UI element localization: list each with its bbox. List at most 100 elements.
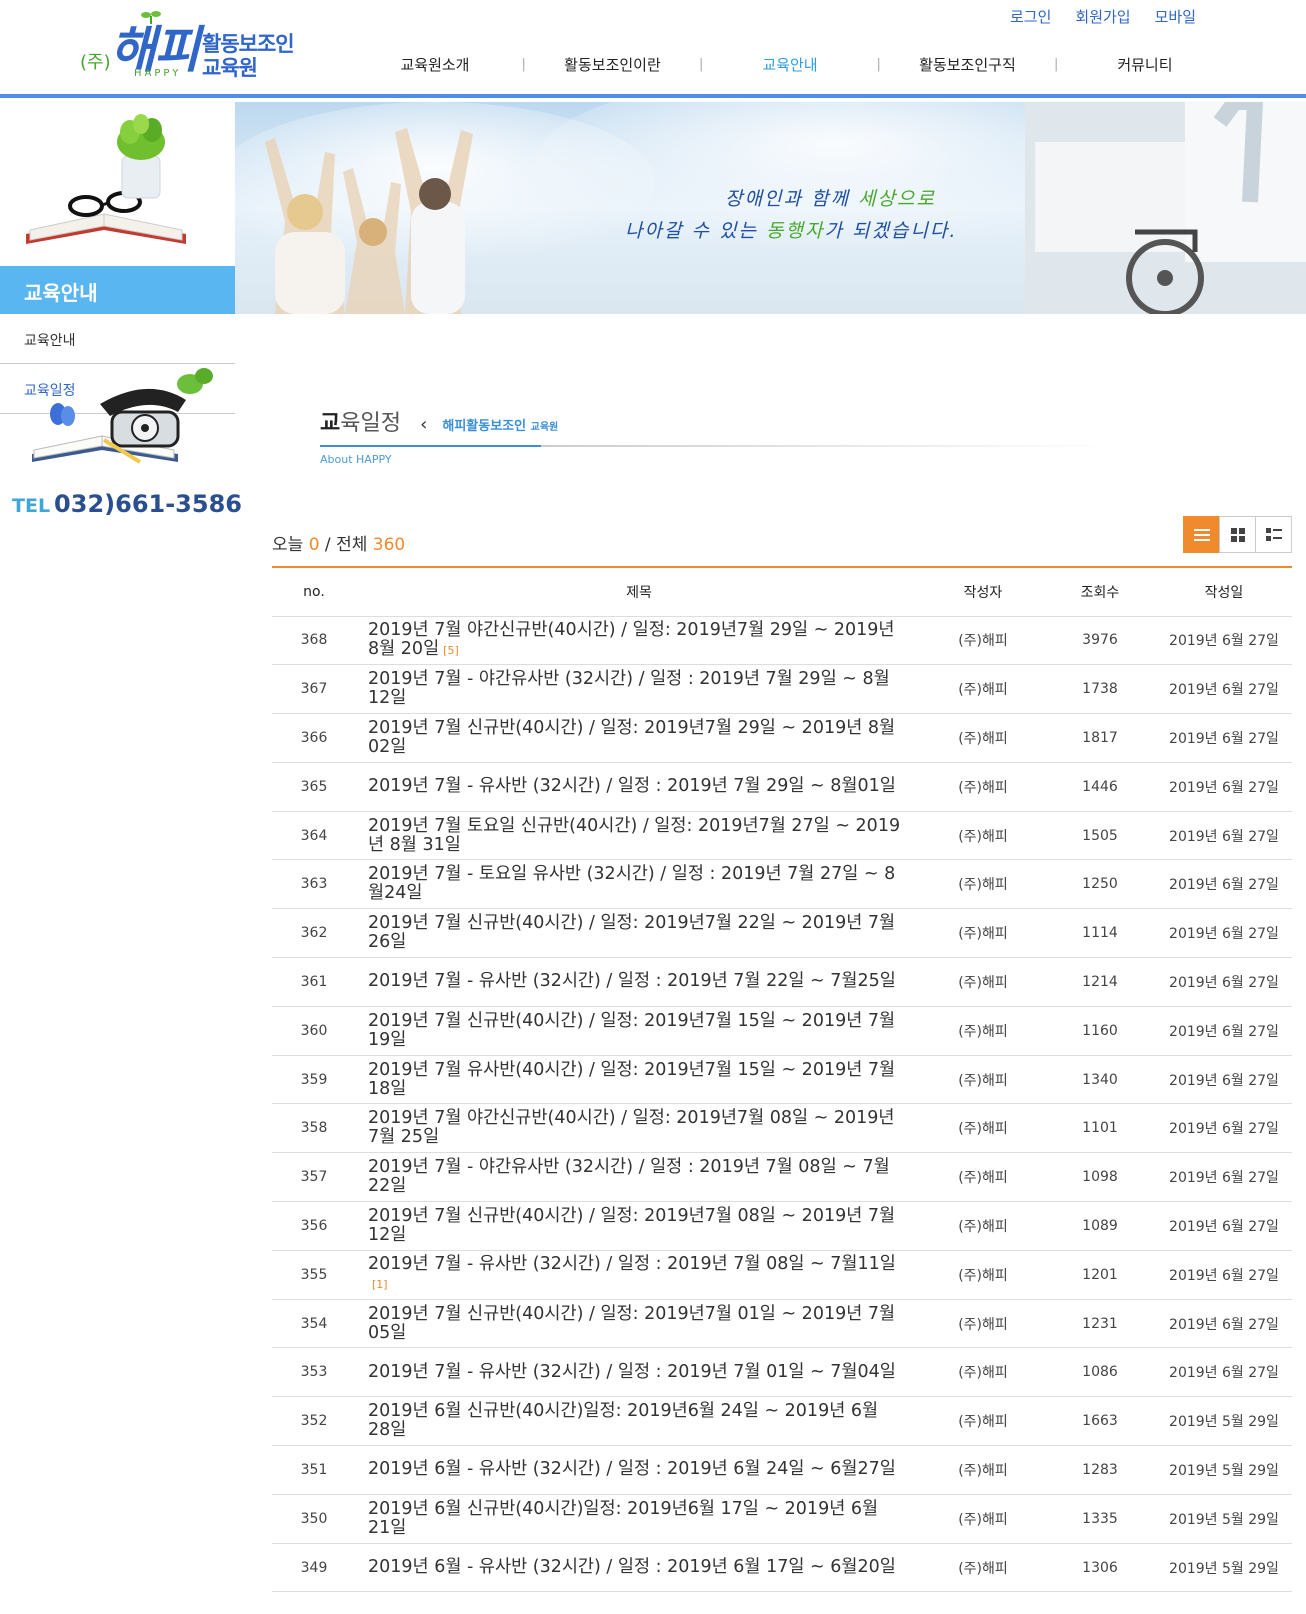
signup-link[interactable]: 회원가입 [1075, 6, 1130, 27]
nav-item-jobs[interactable]: 활동보조인구직 [892, 54, 1042, 75]
table-row[interactable]: 364 2019년 7월 토요일 신규반(40시간) / 일정: 2019년7월 … [272, 811, 1292, 861]
post-date-text: 2019년 6월 27일 [1169, 828, 1279, 845]
table-row[interactable]: 357 2019년 7월 - 야간유사반 (32시간) / 일정 : 2019년 … [272, 1152, 1292, 1203]
post-views-text: 1201 [1082, 1266, 1118, 1283]
post-date: 2019년 6월 27일 [1156, 1055, 1292, 1105]
table-row[interactable]: 351 2019년 6월 - 유사반 (32시간) / 일정 : 2019년 6월… [272, 1445, 1292, 1495]
table-row[interactable]: 365 2019년 7월 - 유사반 (32시간) / 일정 : 2019년 7월… [272, 762, 1292, 812]
post-subject-link[interactable]: 2019년 7월 - 유사반 (32시간) / 일정 : 2019년 7월 22… [356, 957, 922, 1007]
post-subject-link[interactable]: 2019년 7월 신규반(40시간) / 일정: 2019년7월 22일 ~ 2… [356, 908, 922, 959]
post-subject-link[interactable]: 2019년 7월 유사반(40시간) / 일정: 2019년7월 15일 ~ 2… [356, 1055, 922, 1105]
post-views: 1340 [1044, 1055, 1156, 1105]
post-date: 2019년 6월 27일 [1156, 664, 1292, 715]
post-subject-link[interactable]: 2019년 7월 - 유사반 (32시간) / 일정 : 2019년 7월 08… [356, 1250, 922, 1300]
post-date: 2019년 6월 27일 [1156, 1103, 1292, 1154]
post-views: 1663 [1044, 1396, 1156, 1447]
post-number-text: 359 [300, 1071, 328, 1088]
table-row[interactable]: 367 2019년 7월 - 야간유사반 (32시간) / 일정 : 2019년 … [272, 664, 1292, 715]
gallery-view-button[interactable] [1219, 516, 1256, 553]
post-subject-link[interactable]: 2019년 7월 - 유사반 (32시간) / 일정 : 2019년 7월 29… [356, 762, 922, 812]
table-row[interactable]: 368 2019년 7월 야간신규반(40시간) / 일정: 2019년7월 29… [272, 616, 1292, 666]
breadcrumb[interactable]: 해피활동보조인 교육원 [442, 419, 558, 434]
post-views-text: 1446 [1082, 778, 1118, 795]
nav-item-community[interactable]: 커뮤니티 [1070, 54, 1220, 75]
slogan-text: 장애인과 함께 [725, 188, 858, 210]
post-author: (주)해피 [922, 859, 1044, 910]
post-author: (주)해피 [922, 1494, 1044, 1544]
post-subject-link[interactable]: 2019년 6월 신규반(40시간)일정: 2019년6월 17일 ~ 2019… [356, 1494, 922, 1544]
tel-label: TEL [12, 495, 51, 517]
nav-item-intro[interactable]: 교육원소개 [360, 54, 510, 75]
post-subject-link-text: 2019년 6월 - 유사반 (32시간) / 일정 : 2019년 6월 17… [368, 1557, 896, 1578]
post-number-text: 361 [300, 973, 328, 990]
table-row[interactable]: 354 2019년 7월 신규반(40시간) / 일정: 2019년7월 01일 … [272, 1299, 1292, 1349]
post-subject-link[interactable]: 2019년 6월 - 유사반 (32시간) / 일정 : 2019년 6월 24… [356, 1445, 922, 1495]
mobile-link[interactable]: 모바일 [1155, 6, 1196, 27]
site-logo[interactable]: (주) 해피 HAPPY 활동보조인 교육원 [76, 8, 316, 82]
post-subject-link[interactable]: 2019년 7월 신규반(40시간) / 일정: 2019년7월 08일 ~ 2… [356, 1201, 922, 1251]
table-row[interactable]: 350 2019년 6월 신규반(40시간)일정: 2019년6월 17일 ~ 2… [272, 1494, 1292, 1544]
site-header: (주) 해피 HAPPY 활동보조인 교육원 로그인 회원가입 모바일 교육원소… [0, 0, 1306, 98]
post-views-text: 1738 [1082, 681, 1118, 698]
post-author-text: (주)해피 [958, 1560, 1008, 1577]
webzine-view-button[interactable] [1255, 516, 1292, 553]
nav-item-education[interactable]: 교육안내 [715, 54, 865, 75]
post-subject-link[interactable]: 2019년 7월 - 유사반 (32시간) / 일정 : 2019년 7월 01… [356, 1347, 922, 1398]
post-subject-link[interactable]: 2019년 7월 신규반(40시간) / 일정: 2019년7월 29일 ~ 2… [356, 713, 922, 763]
post-author-text: (주)해피 [958, 1511, 1008, 1528]
table-row[interactable]: 362 2019년 7월 신규반(40시간) / 일정: 2019년7월 22일 … [272, 908, 1292, 959]
post-author: (주)해피 [922, 1445, 1044, 1495]
post-subject-link[interactable]: 2019년 7월 토요일 신규반(40시간) / 일정: 2019년7월 27일… [356, 811, 922, 861]
post-author: (주)해피 [922, 713, 1044, 763]
post-subject-link[interactable]: 2019년 7월 신규반(40시간) / 일정: 2019년7월 01일 ~ 2… [356, 1299, 922, 1349]
login-link[interactable]: 로그인 [1010, 6, 1051, 27]
post-author: (주)해피 [922, 1543, 1044, 1593]
nav-item-about-assistant[interactable]: 활동보조인이란 [537, 54, 687, 75]
post-date: 2019년 6월 27일 [1156, 957, 1292, 1007]
nav-separator: | [699, 57, 704, 72]
post-number: 355 [272, 1250, 356, 1300]
post-views: 1505 [1044, 811, 1156, 861]
post-subject-link[interactable]: 2019년 7월 야간신규반(40시간) / 일정: 2019년7월 08일 ~… [356, 1103, 922, 1154]
nav-separator: | [1054, 57, 1059, 72]
list-view-button[interactable] [1183, 516, 1220, 553]
post-subject-link[interactable]: 2019년 7월 - 야간유사반 (32시간) / 일정 : 2019년 7월 … [356, 664, 922, 715]
post-subject-link[interactable]: 2019년 7월 - 야간유사반 (32시간) / 일정 : 2019년 7월 … [356, 1152, 922, 1203]
banner-slogan-line2: 나아갈 수 있는 동행자가 되겠습니다. [625, 216, 957, 243]
slogan-highlight: 세상으로 [857, 188, 936, 210]
post-subject-link[interactable]: 2019년 7월 신규반(40시간) / 일정: 2019년7월 15일 ~ 2… [356, 1006, 922, 1056]
post-subject-link[interactable]: 2019년 6월 신규반(40시간)일정: 2019년6월 24일 ~ 2019… [356, 1396, 922, 1447]
col-no: no. [272, 567, 356, 617]
table-row[interactable]: 361 2019년 7월 - 유사반 (32시간) / 일정 : 2019년 7월… [272, 957, 1292, 1007]
list-view-icon [1193, 528, 1210, 541]
table-row[interactable]: 355 2019년 7월 - 유사반 (32시간) / 일정 : 2019년 7월… [272, 1250, 1292, 1300]
post-subject-link[interactable]: 2019년 7월 야간신규반(40시간) / 일정: 2019년7월 29일 ~… [356, 616, 922, 666]
post-views-text: 1160 [1082, 1022, 1118, 1039]
post-number: 354 [272, 1299, 356, 1349]
sidebar-item-education-info[interactable]: 교육안내 [0, 314, 235, 364]
table-row[interactable]: 363 2019년 7월 - 토요일 유사반 (32시간) / 일정 : 2019… [272, 859, 1292, 910]
post-date-text: 2019년 5월 29일 [1169, 1511, 1279, 1528]
table-row[interactable]: 353 2019년 7월 - 유사반 (32시간) / 일정 : 2019년 7월… [272, 1347, 1292, 1398]
table-row[interactable]: 358 2019년 7월 야간신규반(40시간) / 일정: 2019년7월 08… [272, 1103, 1292, 1154]
post-subject-link-text: 2019년 6월 신규반(40시간)일정: 2019년6월 24일 ~ 2019… [368, 1401, 879, 1441]
table-row[interactable]: 366 2019년 7월 신규반(40시간) / 일정: 2019년7월 29일 … [272, 713, 1292, 763]
post-number-text: 364 [300, 827, 328, 844]
post-subject-link-text: 2019년 7월 - 야간유사반 (32시간) / 일정 : 2019년 7월 … [368, 669, 890, 709]
post-author-text: (주)해피 [958, 1072, 1008, 1089]
post-subject-link[interactable]: 2019년 6월 - 유사반 (32시간) / 일정 : 2019년 6월 17… [356, 1543, 922, 1593]
post-views-text: 1817 [1082, 729, 1118, 746]
post-author-text: (주)해피 [958, 974, 1008, 991]
post-views: 1283 [1044, 1445, 1156, 1495]
table-row[interactable]: 359 2019년 7월 유사반(40시간) / 일정: 2019년7월 15일 … [272, 1055, 1292, 1105]
table-row[interactable]: 360 2019년 7월 신규반(40시간) / 일정: 2019년7월 15일 … [272, 1006, 1292, 1056]
nav-separator: | [876, 57, 881, 72]
table-row[interactable]: 352 2019년 6월 신규반(40시간)일정: 2019년6월 24일 ~ 2… [272, 1396, 1292, 1447]
post-number: 358 [272, 1103, 356, 1154]
table-row[interactable]: 349 2019년 6월 - 유사반 (32시간) / 일정 : 2019년 6월… [272, 1543, 1292, 1593]
post-date: 2019년 5월 29일 [1156, 1494, 1292, 1544]
webzine-view-icon [1265, 527, 1282, 541]
slogan-text: 가 되겠습니다. [824, 220, 958, 242]
table-row[interactable]: 356 2019년 7월 신규반(40시간) / 일정: 2019년7월 08일 … [272, 1201, 1292, 1251]
post-subject-link[interactable]: 2019년 7월 - 토요일 유사반 (32시간) / 일정 : 2019년 7… [356, 859, 922, 910]
